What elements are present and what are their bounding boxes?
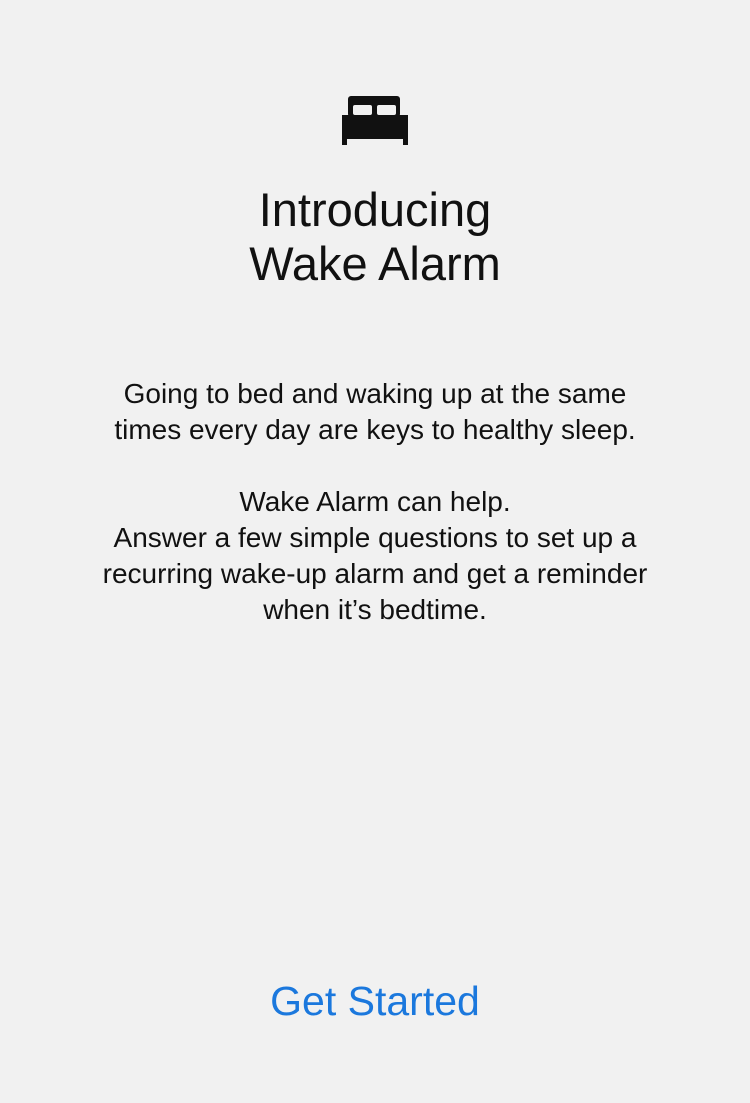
bed-icon [342,96,408,145]
get-started-button[interactable]: Get Started [225,972,525,1030]
page-title: Introducing Wake Alarm [0,183,750,291]
description-help-line: Wake Alarm can help. [239,486,511,517]
wake-alarm-intro-screen: Introducing Wake Alarm Going to bed and … [0,0,750,1103]
description-paragraph-2: Wake Alarm can help. Answer a few simple… [90,484,660,628]
intro-description: Going to bed and waking up at the same t… [90,376,660,628]
description-instructions: Answer a few simple questions to set up … [102,522,648,625]
title-line-1: Introducing [258,183,492,236]
title-line-2: Wake Alarm [249,237,501,290]
description-paragraph-1: Going to bed and waking up at the same t… [114,378,636,445]
